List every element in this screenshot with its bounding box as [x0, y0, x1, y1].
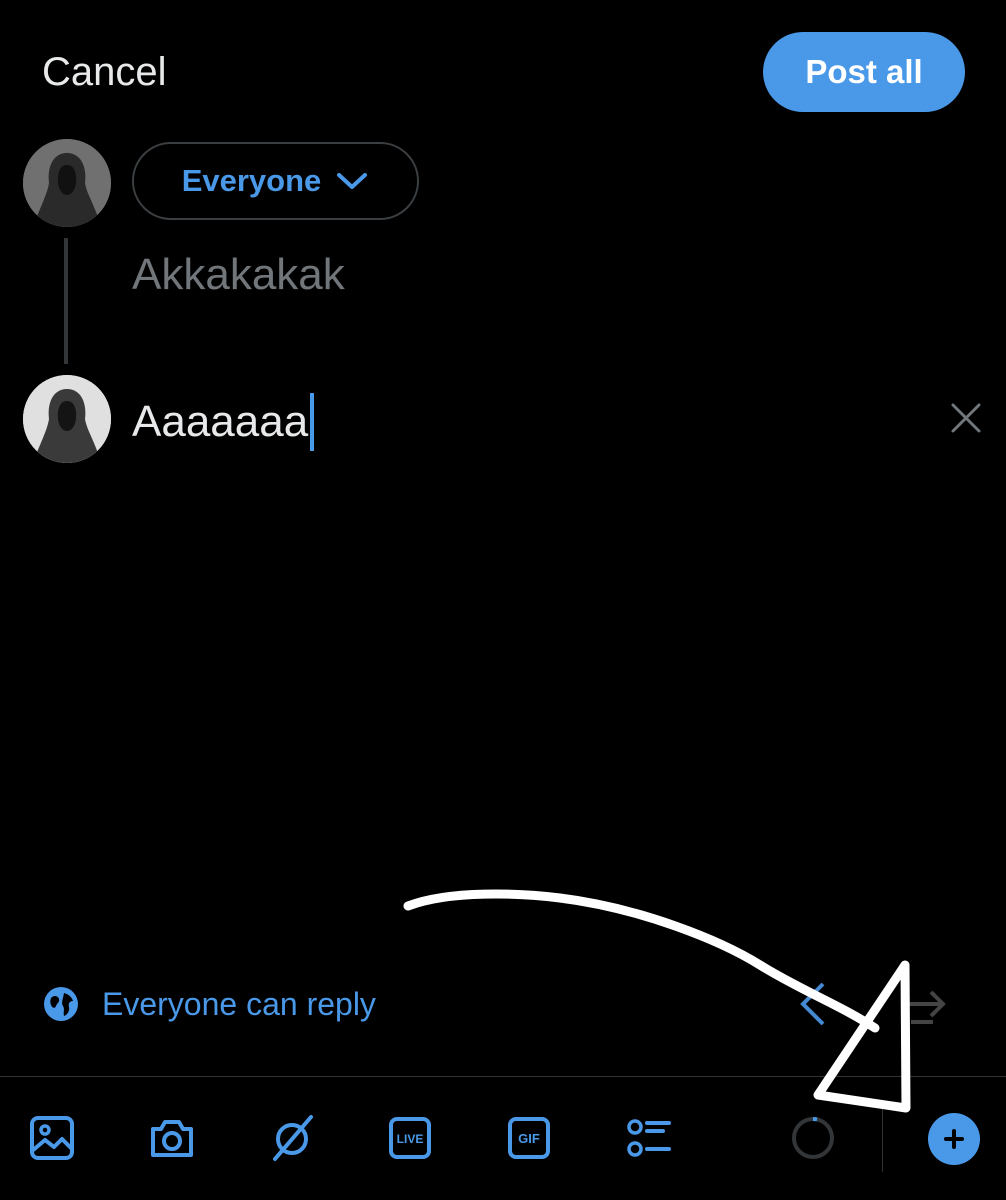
tweet-text-2[interactable]: Aaaaaaa [132, 393, 315, 451]
progress-ring-icon [785, 1110, 841, 1166]
reply-settings-label: Everyone can reply [102, 985, 376, 1022]
avatar [23, 375, 111, 463]
live-icon[interactable]: LIVE [382, 1110, 438, 1166]
image-icon[interactable] [24, 1110, 80, 1166]
chevron-down-icon [337, 173, 368, 189]
post-all-button[interactable]: Post all [763, 32, 965, 112]
live-text: LIVE [397, 1132, 424, 1146]
retweet-arrows-icon [800, 982, 946, 1026]
reply-settings-button[interactable]: Everyone can reply [42, 985, 376, 1023]
close-icon[interactable] [950, 402, 982, 434]
plus-icon [944, 1129, 964, 1149]
toolbar-separator [882, 1106, 883, 1172]
audience-selector[interactable]: Everyone [132, 142, 419, 220]
tweet-text-2-value: Aaaaaaa [132, 397, 309, 446]
gif-text: GIF [518, 1131, 540, 1146]
globe-icon [44, 987, 78, 1021]
add-tweet-button[interactable] [928, 1113, 980, 1165]
cancel-button[interactable]: Cancel [42, 50, 167, 95]
toolbar-divider [0, 1076, 1006, 1077]
tweet-text-1[interactable]: Akkakakak [132, 250, 345, 300]
thread-connector-line [64, 238, 68, 364]
gif-icon[interactable]: GIF [501, 1110, 557, 1166]
poll-icon[interactable] [620, 1110, 676, 1166]
audience-label: Everyone [181, 163, 322, 198]
text-cursor [310, 393, 315, 451]
camera-icon[interactable] [144, 1110, 200, 1166]
grok-icon[interactable] [264, 1110, 320, 1166]
avatar [23, 139, 111, 227]
